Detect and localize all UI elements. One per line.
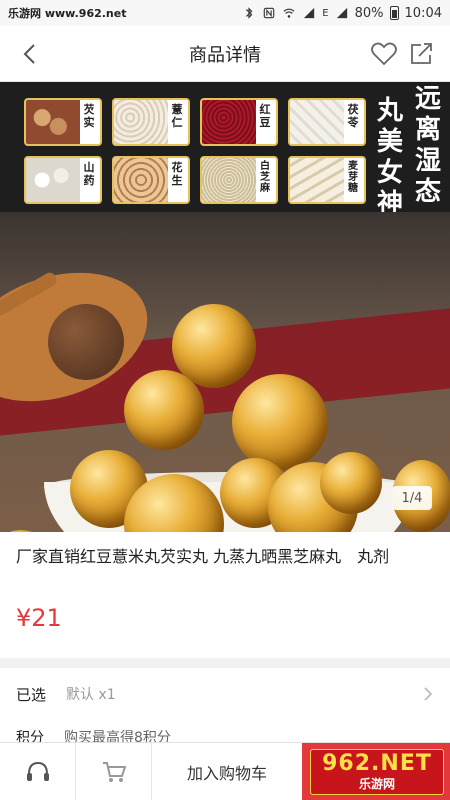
watermark-logo: 962.NET 乐游网 (310, 749, 444, 795)
ingredient-image (202, 100, 256, 144)
ingredient-tile: 芡实 (24, 98, 102, 146)
spec-value: 默认 x1 (66, 687, 116, 703)
share-icon (411, 43, 432, 64)
status-watermark: 乐游网 www.962.net (8, 7, 127, 20)
cart-button[interactable] (76, 743, 152, 800)
product-price: ¥21 (16, 604, 62, 632)
ingredient-image (26, 100, 80, 144)
cart-icon (102, 762, 126, 782)
product-title: 厂家直销红豆薏米丸芡实丸 九蒸九晒黑芝麻丸 丸剂 (16, 547, 390, 566)
ingredient-image (114, 158, 168, 202)
ingredient-tile: 白芝麻 (200, 156, 278, 204)
nav-bar: 商品详情 (0, 26, 450, 82)
points-row: 积分 购买最高得8积分 (0, 720, 450, 742)
ingredient-label: 芡实 (83, 103, 95, 129)
watermark-main: 962.NET (322, 750, 432, 776)
slogan-right: 远离湿态 (414, 84, 441, 207)
bluetooth-icon (246, 7, 253, 19)
signal-icon-2 (336, 7, 347, 19)
ingredient-label: 白芝麻 (260, 161, 270, 194)
ingredients-banner: 芡实 薏仁 红豆 茯苓 山药 花生 白芝麻 麦芽糖 远离湿态 丸美女神 (0, 82, 450, 219)
ingredient-image (290, 158, 344, 202)
share-button[interactable] (408, 40, 436, 68)
chevron-left-icon (23, 44, 35, 64)
gold-pill-image (320, 452, 382, 514)
ingredient-tile: 花生 (112, 156, 190, 204)
buy-now-button[interactable]: 962.NET 乐游网 (302, 743, 450, 800)
add-to-cart-button[interactable]: 加入购物车 (152, 743, 302, 800)
battery-percent: 80% (354, 5, 384, 21)
headset-icon (26, 761, 49, 781)
ingredient-label: 麦芽糖 (348, 161, 358, 194)
customer-service-button[interactable] (0, 743, 76, 800)
ingredient-image (26, 158, 80, 202)
product-image-carousel[interactable]: 芡实 薏仁 红豆 茯苓 山药 花生 白芝麻 麦芽糖 远离湿态 丸美女神 1/4 (0, 82, 450, 532)
watermark-sub: 乐游网 (358, 776, 395, 791)
spec-label: 已选 (16, 685, 47, 704)
signal-icon (304, 7, 315, 19)
ingredient-label: 薏仁 (171, 103, 183, 129)
back-button[interactable] (16, 40, 44, 68)
bottom-action-bar: 加入购物车 962.NET 乐游网 (0, 742, 450, 800)
nfc-icon (264, 7, 275, 19)
ingredient-image (114, 100, 168, 144)
ingredient-tile: 茯苓 (288, 98, 366, 146)
wifi-icon (283, 8, 295, 18)
ingredient-label: 茯苓 (347, 103, 359, 129)
favorite-button[interactable] (370, 40, 398, 68)
status-time: 10:04 (404, 5, 442, 21)
network-type: E (322, 7, 329, 19)
carousel-counter: 1/4 (392, 486, 432, 510)
ingredient-label: 花生 (171, 161, 183, 187)
ingredient-tile: 麦芽糖 (288, 156, 366, 204)
spec-selector-row[interactable]: 已选 默认 x1 (0, 668, 450, 720)
ingredient-label: 红豆 (259, 103, 271, 129)
ingredient-tile: 薏仁 (112, 98, 190, 146)
points-label: 积分 (16, 730, 44, 742)
ingredient-image (202, 158, 256, 202)
product-info: 厂家直销红豆薏米丸芡实丸 九蒸九晒黑芝麻丸 丸剂 ¥21 (0, 532, 450, 658)
slogan-left: 丸美女神 (376, 96, 403, 219)
status-bar: 乐游网 www.962.net E 80% 10:04 (0, 0, 450, 26)
gold-pill-image (232, 374, 328, 470)
heart-icon (371, 42, 397, 66)
ingredient-tile: 红豆 (200, 98, 278, 146)
gold-pill-image (124, 370, 204, 450)
chevron-right-icon (424, 687, 433, 701)
battery-icon (389, 6, 399, 20)
points-value: 购买最高得8积分 (64, 730, 171, 742)
unwrapped-pill-image (48, 304, 124, 380)
ingredient-label: 山药 (83, 161, 95, 187)
ingredient-image (290, 100, 344, 144)
page-title: 商品详情 (189, 44, 261, 66)
ingredient-tile: 山药 (24, 156, 102, 204)
